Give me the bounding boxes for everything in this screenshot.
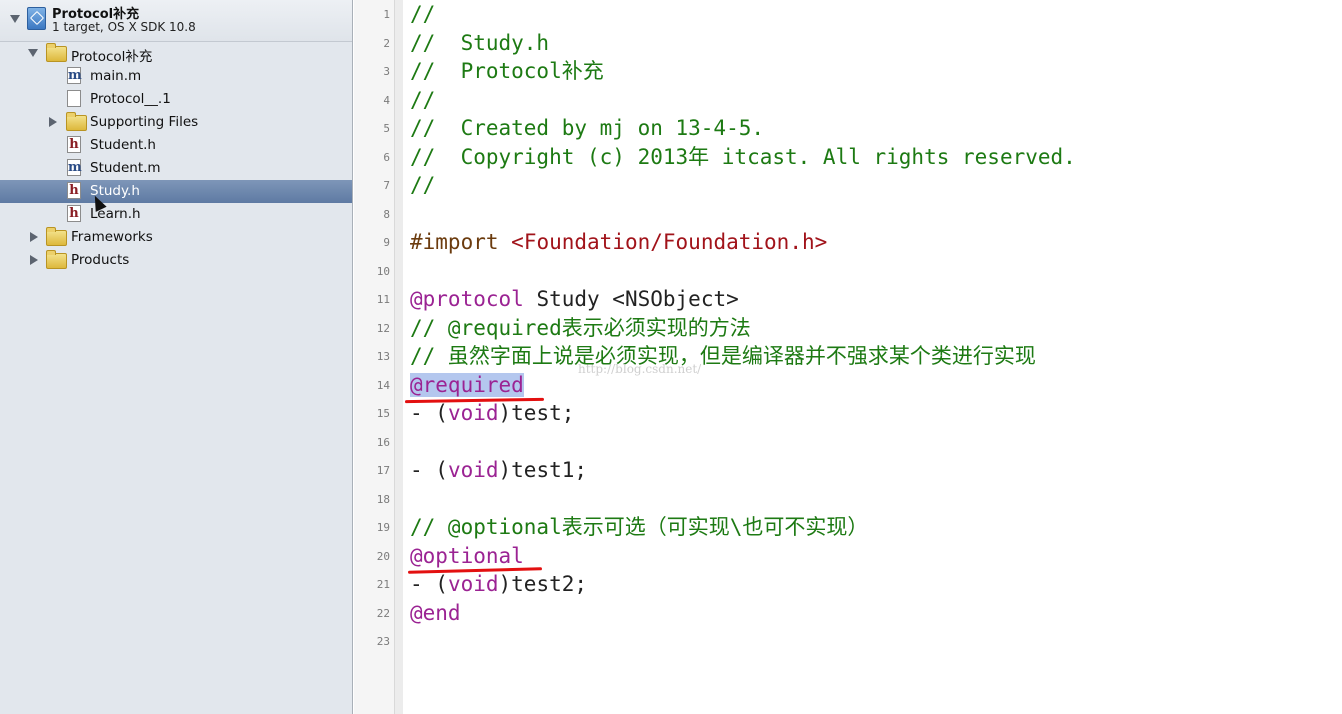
navigator-item-label: Supporting Files [90,114,199,130]
line-number: 18 [376,493,390,506]
objc-source-file-icon: m [67,159,82,176]
navigator-item-label: Protocol补充 [71,49,153,65]
line-number: 3 [383,65,390,78]
code-line-4[interactable]: // [410,86,435,114]
code-line-11[interactable]: @protocol Study <NSObject> [410,285,739,313]
folder-icon [66,112,87,131]
code-line-22[interactable]: @end [410,599,461,627]
code-line-13[interactable]: // 虽然字面上说是必须实现，但是编译器并不强求某个类进行实现 [410,342,1036,370]
navigator-item-label: Protocol__.1 [90,91,171,107]
disclosure-triangle-collapsed-icon[interactable] [30,255,38,265]
void-keyword: void [447,401,499,425]
disclosure-triangle-expanded-icon[interactable] [28,49,38,57]
project-navigator: Protocol补充 1 target, OS X SDK 10.8 Proto… [0,0,353,714]
navigator-file-student-h[interactable]: h Student.h [0,134,352,157]
navigator-file-student-m[interactable]: m Student.m [0,157,352,180]
line-number: 22 [376,607,390,620]
line-number: 1 [383,8,390,21]
header-file-icon: h [67,136,81,153]
watermark-text: http://blog.csdn.net/ [578,362,702,376]
method-prefix: - ( [410,458,448,482]
code-line-7[interactable]: // [410,171,435,199]
code-line-6[interactable]: // Copyright (c) 2013年 itcast. All right… [410,143,1076,171]
navigator-item-label: Products [71,252,130,268]
line-number: 8 [383,208,390,221]
line-number: 6 [383,151,390,164]
method-prefix: - ( [410,572,448,596]
line-number: 9 [383,236,390,249]
line-number: 14 [376,379,390,392]
code-line-2[interactable]: // Study.h [410,29,549,57]
line-number: 12 [376,322,390,335]
navigator-file-learn-h[interactable]: h Learn.h [0,203,352,226]
line-number: 5 [383,122,390,135]
code-line-14[interactable]: @required [410,371,524,399]
line-number: 15 [376,407,390,420]
required-keyword-selected: @required [410,373,524,397]
navigator-item-label: Student.m [90,160,161,176]
disclosure-triangle-collapsed-icon[interactable] [30,232,38,242]
code-line-17[interactable]: - (void)test1; [410,456,587,484]
header-file-icon: h [67,205,81,222]
method-name: )test2; [498,572,588,596]
project-root-row[interactable]: Protocol补充 1 target, OS X SDK 10.8 [0,0,352,42]
code-line-3[interactable]: // Protocol补充 [410,57,604,85]
navigator-group-supporting-files[interactable]: Supporting Files [0,111,352,134]
import-path: <Foundation/Foundation.h> [511,230,828,254]
xcode-project-icon [27,7,46,30]
disclosure-triangle-collapsed-icon[interactable] [49,117,57,127]
project-subtitle: 1 target, OS X SDK 10.8 [52,20,196,34]
line-number: 4 [383,94,390,107]
disclosure-triangle-expanded-icon[interactable] [10,15,20,23]
document-file-icon [67,90,81,107]
code-line-9[interactable]: #import <Foundation/Foundation.h> [410,228,827,256]
void-keyword: void [447,572,499,596]
line-number: 2 [383,37,390,50]
navigator-item-label: Student.h [90,137,156,153]
line-number: 7 [383,179,390,192]
method-name: )test; [498,401,575,425]
code-line-12[interactable]: // @required表示必须实现的方法 [410,314,751,342]
optional-keyword: @optional [410,544,524,568]
folder-icon [46,43,67,62]
code-line-1[interactable]: // [410,0,435,28]
line-number: 23 [376,635,390,648]
line-number: 16 [376,436,390,449]
navigator-item-label: main.m [90,68,142,84]
protocol-keyword: @protocol [410,287,524,311]
import-directive: #import [410,230,499,254]
code-line-20[interactable]: @optional [410,542,524,570]
navigator-item-label: Frameworks [71,229,153,245]
folder-icon [46,250,67,269]
code-focus-ribbon[interactable] [395,0,403,714]
line-number: 11 [376,293,390,306]
navigator-group-protocol[interactable]: Protocol补充 [0,42,352,65]
end-keyword: @end [410,601,461,625]
navigator-file-main-m[interactable]: m main.m [0,65,352,88]
code-line-21[interactable]: - (void)test2; [410,570,587,598]
folder-icon [46,227,67,246]
navigator-file-study-h[interactable]: h Study.h [0,180,352,203]
line-number: 19 [376,521,390,534]
header-file-icon: h [67,182,81,199]
method-name: )test1; [498,458,588,482]
navigator-group-frameworks[interactable]: Frameworks [0,226,352,249]
method-prefix: - ( [410,401,448,425]
line-number: 10 [376,265,390,278]
line-number: 21 [376,578,390,591]
line-number: 13 [376,350,390,363]
void-keyword: void [447,458,499,482]
line-number: 17 [376,464,390,477]
objc-source-file-icon: m [67,67,82,84]
code-line-15[interactable]: - (void)test; [410,399,574,427]
line-number: 20 [376,550,390,563]
code-line-5[interactable]: // Created by mj on 13-4-5. [410,114,764,142]
navigator-group-products[interactable]: Products [0,249,352,272]
protocol-declaration: Study <NSObject> [536,287,739,311]
navigator-file-protocol-1[interactable]: Protocol__.1 [0,88,352,111]
code-line-19[interactable]: // @optional表示可选（可实现\也可不实现） [410,513,868,541]
